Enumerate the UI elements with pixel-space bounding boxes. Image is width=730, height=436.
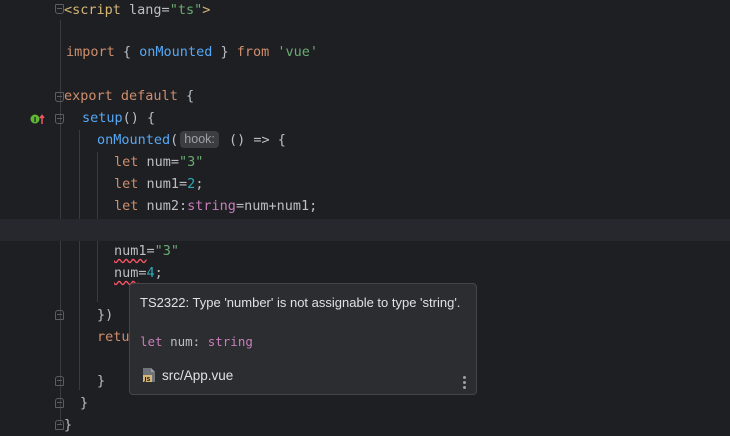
code-token: default — [120, 88, 178, 104]
svg-text:I: I — [34, 116, 37, 124]
error-token: num1 — [114, 243, 147, 259]
code-line[interactable]: } — [80, 392, 88, 414]
decl-name: num: — [162, 334, 208, 349]
js-file-icon: JS — [143, 368, 155, 383]
code-line[interactable]: num=4; — [114, 262, 163, 284]
code-token: onMounted — [139, 44, 213, 60]
code-token: <script — [64, 2, 121, 18]
code-line[interactable]: let num2:string=num+num1; — [114, 195, 317, 217]
code-token: "3" — [154, 243, 180, 259]
code-line[interactable]: import { onMounted } from 'vue' — [66, 41, 318, 63]
current-line-highlight — [0, 219, 730, 241]
declaration-signature: let num: string — [140, 334, 253, 349]
code-line[interactable]: retu — [97, 326, 130, 348]
fold-marker[interactable] — [55, 398, 64, 408]
code-line[interactable]: export default { — [64, 85, 194, 107]
error-token: num — [114, 265, 139, 281]
code-token: } — [80, 395, 89, 411]
error-message: TS2322: Type 'number' is not assignable … — [140, 295, 461, 310]
code-line[interactable]: }) — [97, 304, 113, 326]
code-line[interactable]: let num="3" — [114, 151, 203, 173]
file-icon-label: JS — [143, 377, 150, 383]
fold-marker[interactable] — [55, 376, 64, 386]
fold-marker[interactable] — [55, 114, 64, 124]
code-token: ; — [154, 265, 163, 281]
code-line[interactable]: num1="3" — [114, 240, 179, 262]
code-line[interactable]: } — [64, 414, 72, 436]
code-token: string — [187, 198, 236, 214]
code-token: import — [66, 44, 115, 60]
code-line[interactable]: } — [97, 370, 105, 392]
code-token: { — [177, 88, 195, 104]
code-token: } — [97, 373, 106, 389]
code-token: 'vue' — [277, 44, 319, 60]
file-path[interactable]: src/App.vue — [162, 368, 233, 383]
code-token: =num+num1; — [235, 198, 318, 214]
fold-marker[interactable] — [55, 420, 64, 430]
code-token: > — [202, 2, 211, 18]
code-token: 4 — [146, 265, 155, 281]
code-token: setup — [82, 110, 123, 126]
code-line[interactable]: <script lang="ts"> — [64, 0, 210, 21]
code-token: num2: — [138, 198, 188, 214]
code-line[interactable]: let num1=2; — [114, 173, 203, 195]
code-token: retu — [97, 329, 130, 345]
code-token: from — [236, 44, 270, 60]
code-token: = — [138, 265, 147, 281]
code-token: () => { — [220, 132, 286, 148]
code-token: let — [114, 176, 139, 192]
code-token: } — [212, 44, 237, 60]
code-token: onMounted — [97, 132, 171, 148]
fold-marker[interactable] — [55, 4, 64, 14]
code-token: { — [114, 44, 140, 60]
code-token: lang= — [120, 2, 170, 18]
code-token: num1= — [138, 176, 188, 192]
indent-guide — [79, 130, 80, 390]
parameter-hint: hook: — [180, 131, 219, 148]
more-vertical-icon[interactable] — [463, 376, 467, 390]
error-tooltip[interactable]: TS2322: Type 'number' is not assignable … — [129, 283, 477, 395]
decl-keyword: let — [140, 334, 163, 349]
code-token: } — [64, 417, 73, 433]
code-token: num= — [138, 154, 180, 170]
code-token: ( — [170, 132, 179, 148]
code-line[interactable]: onMounted(hook: () => { — [97, 129, 286, 151]
code-token: "ts" — [169, 2, 203, 18]
code-token: export — [64, 88, 113, 104]
implements-override-icon[interactable]: I — [30, 113, 46, 125]
file-link[interactable]: JS src/App.vue — [142, 365, 233, 385]
fold-marker[interactable] — [55, 92, 64, 102]
fold-marker[interactable] — [55, 310, 64, 320]
code-token: () { — [122, 110, 156, 126]
code-token: let — [114, 198, 139, 214]
code-token: }) — [97, 307, 114, 323]
code-token: = — [146, 243, 155, 259]
decl-type: string — [207, 334, 253, 349]
code-token: "3" — [179, 154, 204, 170]
code-token: ; — [195, 176, 204, 192]
code-token: let — [114, 154, 139, 170]
code-line[interactable]: setup() { — [82, 107, 155, 129]
